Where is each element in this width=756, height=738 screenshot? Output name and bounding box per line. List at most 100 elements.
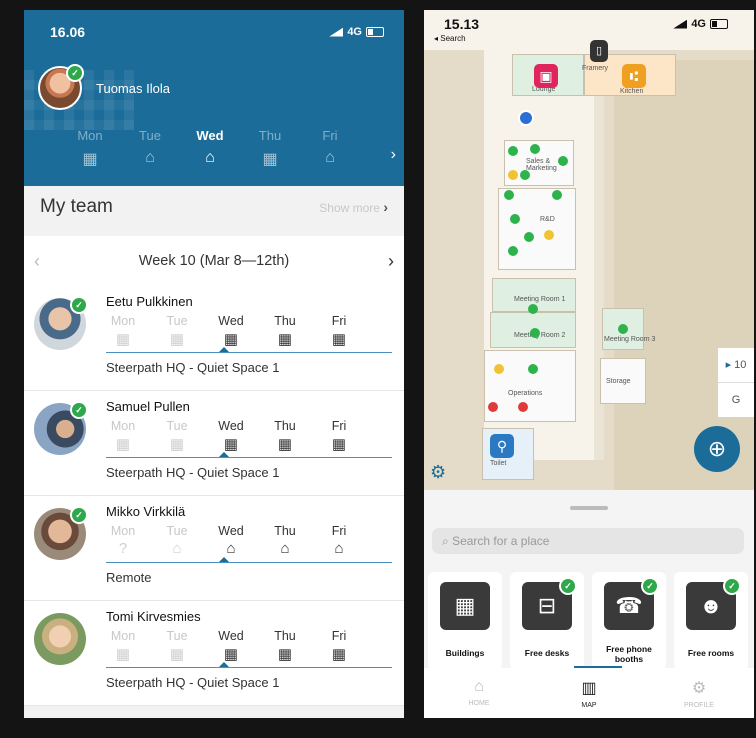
my-team-header: My team Show more › xyxy=(24,186,404,228)
crosshair-icon: ⊕ xyxy=(707,436,727,461)
building-icon: ▦ xyxy=(82,151,98,168)
desk-available[interactable] xyxy=(510,214,520,224)
desk-occupied[interactable] xyxy=(488,402,498,412)
user-name: Tuomas Ilola xyxy=(96,80,170,96)
checkmark-icon: ✓ xyxy=(723,577,741,595)
tab-bar: ⌂ HOME ▥ MAP ⚙ PROFILE xyxy=(424,668,754,718)
back-to-search[interactable]: ◂ Search xyxy=(434,34,466,43)
floor-g-button[interactable]: G xyxy=(718,382,754,417)
chevron-right-icon: › xyxy=(383,199,388,215)
desk-available[interactable] xyxy=(508,146,518,156)
team-member-row[interactable]: ✓ Samuel Pullen Mon ▦ Tue ▦ Wed ▦ Thu ▦ Fri ▦… xyxy=(24,391,404,496)
rd-room[interactable] xyxy=(498,188,576,270)
desk-available[interactable] xyxy=(528,364,538,374)
desk-available[interactable] xyxy=(520,170,530,180)
building-icon: ▦ xyxy=(331,331,347,348)
building-icon: ▦ xyxy=(169,331,185,348)
map-app-screen: Framery Kitchen Lounge Sales & Marketing… xyxy=(424,10,754,718)
desk-available[interactable] xyxy=(528,304,538,314)
divider xyxy=(106,667,392,668)
day-thu[interactable]: Thu ▦ xyxy=(240,128,300,169)
category-free-desks[interactable]: ⊟ ✓ Free desks xyxy=(510,572,584,670)
sheet-handle[interactable] xyxy=(570,506,608,510)
desk-available[interactable] xyxy=(530,144,540,154)
building-icon: ▦ xyxy=(331,646,347,663)
divider xyxy=(106,562,392,563)
member-location: Steerpath HQ - Quiet Space 1 xyxy=(106,675,280,690)
member-name: Samuel Pullen xyxy=(106,399,190,414)
bottom-sheet: ⌕ Search for a place ▦ Buildings ⊟ ✓ Free d… xyxy=(424,490,754,718)
desk-partial[interactable] xyxy=(494,364,504,374)
building-icon: ▦ xyxy=(440,582,490,630)
desk-available[interactable] xyxy=(552,190,562,200)
building-icon: ▦ xyxy=(277,436,293,453)
checkmark-icon: ✓ xyxy=(66,64,84,82)
phone-booth-icon[interactable]: ▯ xyxy=(590,40,608,62)
desk-available[interactable] xyxy=(508,246,518,256)
home-icon: ⌂ xyxy=(280,540,290,557)
lounge-icon[interactable]: ▣ xyxy=(534,64,558,88)
chevron-left-icon[interactable]: ‹ xyxy=(34,251,40,272)
team-member-row[interactable]: ✓ Eetu Pulkkinen Mon ▦ Tue ▦ Wed ▦ Thu ▦ Fri… xyxy=(24,286,404,391)
tab-home[interactable]: ⌂ HOME xyxy=(434,668,524,718)
chevron-right-icon[interactable]: › xyxy=(391,146,396,164)
phone-icon: ☎ ✓ xyxy=(604,577,659,630)
desk-occupied[interactable] xyxy=(518,402,528,412)
day-tue[interactable]: Tue ⌂ xyxy=(120,128,180,169)
day-wed[interactable]: Wed ⌂ xyxy=(180,128,240,169)
floor-map[interactable]: Framery Kitchen Lounge Sales & Marketing… xyxy=(424,10,754,490)
day-mon[interactable]: Mon ▦ xyxy=(60,128,120,169)
team-member-row[interactable]: Tomi Kirvesmies Mon ▦ Tue ▦ Wed ▦ Thu ▦ Fri ▦… xyxy=(24,601,404,706)
home-icon: ⌂ xyxy=(474,678,484,695)
search-icon: ⌕ xyxy=(442,534,449,548)
desk-available[interactable] xyxy=(530,328,540,338)
status-bar: 16.06 4G xyxy=(24,10,404,40)
checkmark-icon: ✓ xyxy=(70,506,88,524)
team-member-row[interactable]: ✓ Mikko Virkkilä Mon? Tue ⌂ Wed ⌂ Thu ⌂ Fri… xyxy=(24,496,404,601)
tab-map[interactable]: ▥ MAP xyxy=(544,668,634,718)
category-buildings[interactable]: ▦ Buildings xyxy=(428,572,502,670)
gear-icon[interactable]: ⚙ xyxy=(430,462,446,483)
checkmark-icon: ✓ xyxy=(70,296,88,314)
locate-me-button[interactable]: ⊕ xyxy=(694,426,740,472)
building-icon: ▦ xyxy=(223,436,239,453)
toilet-icon[interactable]: ⚲ xyxy=(490,434,514,458)
desk-available[interactable] xyxy=(504,190,514,200)
tab-profile[interactable]: ⚙ PROFILE xyxy=(654,668,744,718)
battery-icon xyxy=(366,27,384,37)
desk-available[interactable] xyxy=(558,156,568,166)
desk-icon: ⊟ ✓ xyxy=(522,577,577,630)
building-icon: ▦ xyxy=(169,646,185,663)
floor-10-button[interactable]: ▸ 10 xyxy=(718,348,754,382)
signal-icon xyxy=(673,19,688,29)
desk-partial[interactable] xyxy=(508,170,518,180)
member-location: Steerpath HQ - Quiet Space 1 xyxy=(106,465,280,480)
place-search-input[interactable]: ⌕ Search for a place xyxy=(432,528,744,554)
chevron-right-icon[interactable]: › xyxy=(388,251,394,272)
profile-header: 16.06 4G ✓ Tuomas Ilola Mon ▦ Tue ⌂ Wed ⌂ T… xyxy=(24,10,404,186)
operations-room[interactable] xyxy=(484,350,576,422)
today-marker xyxy=(219,347,229,352)
status-bar: 15.13 4G xyxy=(444,16,728,32)
home-icon: ⌂ xyxy=(334,540,344,557)
home-icon: ⌂ xyxy=(226,540,236,557)
desk-available[interactable] xyxy=(524,232,534,242)
gear-icon: ⚙ xyxy=(691,680,707,697)
status-time: 16.06 xyxy=(50,24,86,40)
divider xyxy=(106,457,392,458)
current-user[interactable]: ✓ Tuomas Ilola xyxy=(38,64,170,110)
desk-partial[interactable] xyxy=(544,230,554,240)
map-icon: ▥ xyxy=(581,680,597,697)
avatar: ✓ xyxy=(38,64,84,110)
desk-available[interactable] xyxy=(618,324,628,334)
today-marker xyxy=(219,662,229,667)
building-icon: ▦ xyxy=(115,331,131,348)
today-marker xyxy=(219,557,229,562)
day-fri[interactable]: Fri ⌂ xyxy=(300,128,360,169)
show-more-link[interactable]: Show more › xyxy=(319,199,388,215)
category-free-rooms[interactable]: ☻ ✓ Free rooms xyxy=(674,572,748,670)
category-free-phone-booths[interactable]: ☎ ✓ Free phone booths xyxy=(592,572,666,670)
building-icon: ▦ xyxy=(223,331,239,348)
kitchen-icon[interactable]: ⑆ xyxy=(622,64,646,88)
avatar xyxy=(34,613,86,665)
